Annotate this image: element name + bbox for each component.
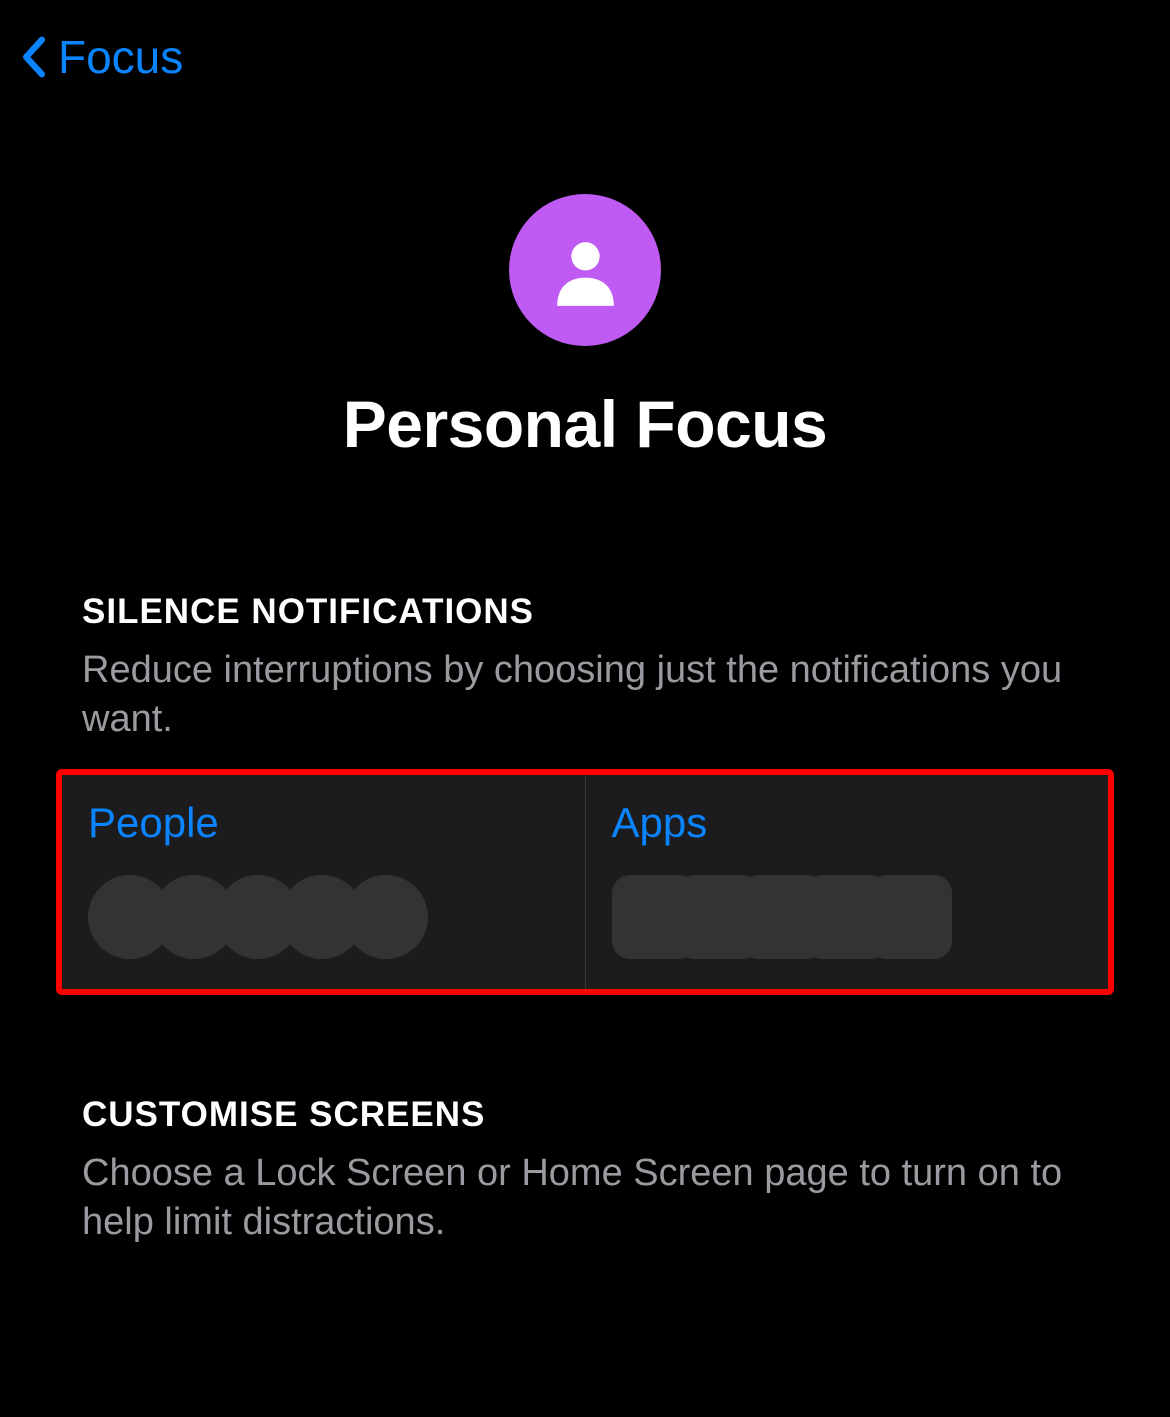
- back-button-label[interactable]: Focus: [58, 30, 183, 84]
- people-card[interactable]: People: [62, 775, 586, 989]
- person-icon: [509, 194, 661, 346]
- section-heading: SILENCE NOTIFICATIONS: [82, 592, 1088, 632]
- back-chevron-icon[interactable]: [20, 35, 48, 79]
- app-placeholder: [868, 875, 952, 959]
- apps-card[interactable]: Apps: [586, 775, 1109, 989]
- section-description: Choose a Lock Screen or Home Screen page…: [82, 1149, 1088, 1248]
- silence-notifications-section: SILENCE NOTIFICATIONS Reduce interruptio…: [0, 592, 1170, 745]
- focus-header: Personal Focus: [0, 194, 1170, 462]
- section-description: Reduce interruptions by choosing just th…: [82, 646, 1088, 745]
- customise-screens-section: CUSTOMISE SCREENS Choose a Lock Screen o…: [0, 1095, 1170, 1248]
- avatar-placeholder: [344, 875, 428, 959]
- people-card-title: People: [88, 799, 559, 847]
- notification-cards-highlight: People Apps: [56, 769, 1114, 995]
- people-placeholders: [88, 875, 559, 959]
- section-heading: CUSTOMISE SCREENS: [82, 1095, 1088, 1135]
- nav-bar: Focus: [0, 0, 1170, 104]
- apps-placeholders: [612, 875, 1083, 959]
- page-title: Personal Focus: [343, 386, 828, 462]
- apps-card-title: Apps: [612, 799, 1083, 847]
